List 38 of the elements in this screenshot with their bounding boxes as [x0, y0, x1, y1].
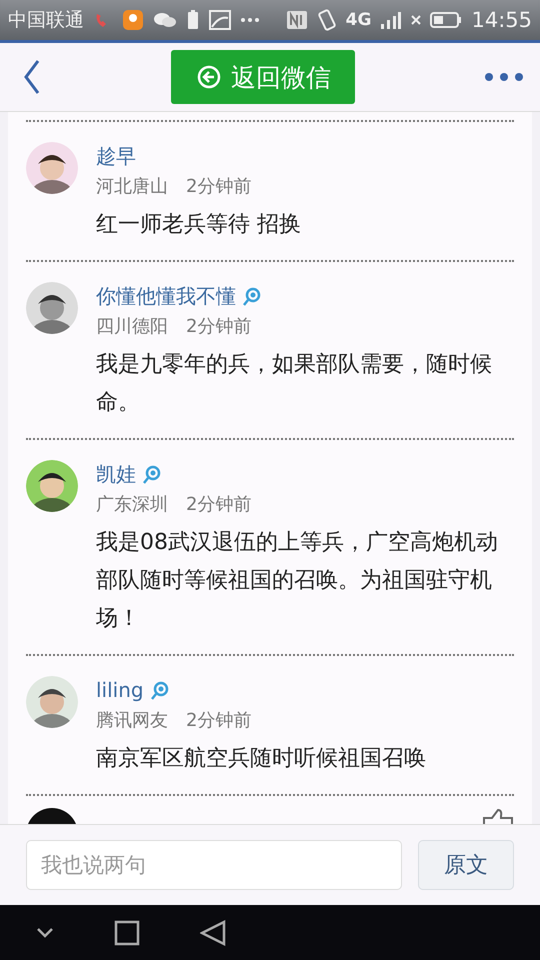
clock: 14:55 — [471, 8, 532, 32]
back-triangle-icon[interactable] — [200, 920, 226, 946]
comment-text: 我是08武汉退伍的上等兵，广空高炮机动部队随时等候祖国的召唤。为祖国驻守机场！ — [96, 529, 499, 633]
original-button[interactable]: 原文 — [418, 840, 514, 890]
battery-icon — [430, 11, 462, 29]
comment-text: 南京军区航空兵随时听候祖国召唤 — [96, 745, 427, 773]
timestamp: 2分钟前 — [186, 709, 252, 732]
chat-icon — [153, 10, 177, 30]
battery-saver-icon — [186, 9, 200, 31]
app-icon — [122, 9, 144, 31]
nfc-icon — [286, 10, 308, 30]
network-type: 4G — [346, 10, 372, 30]
signal-icon — [380, 10, 402, 30]
location-label: 河北唐山 — [96, 175, 168, 198]
chevron-down-icon[interactable] — [36, 926, 54, 938]
timestamp: 2分钟前 — [186, 175, 252, 198]
image-icon — [209, 10, 231, 30]
carrier-name: 中国联通 — [8, 8, 84, 33]
rotation-icon — [316, 9, 337, 31]
comment-field[interactable]: 我也说两句 — [26, 840, 402, 890]
timestamp: 2分钟前 — [186, 493, 252, 516]
return-button[interactable]: 返回微信 — [171, 50, 355, 104]
back-icon[interactable] — [22, 59, 42, 95]
user-name[interactable]: liling — [96, 678, 144, 702]
comment-text: 我是九零年的兵，如果部队需要，随时候命。 — [96, 351, 493, 417]
recents-icon[interactable] — [114, 920, 140, 946]
timestamp: 2分钟前 — [186, 315, 252, 338]
user-name[interactable]: 凯娃 — [96, 460, 136, 488]
thumbs-up-icon — [480, 808, 514, 824]
no-signal-icon — [411, 15, 422, 25]
user-name[interactable]: 你懂他懂我不懂 — [96, 282, 236, 310]
location-label: 四川德阳 — [96, 315, 168, 338]
comment-text: 红一师老兵等待 招换 — [96, 211, 302, 239]
more-icon[interactable] — [484, 72, 524, 82]
user-name[interactable]: 趁早 — [96, 142, 136, 170]
overflow-icon — [240, 17, 260, 23]
location-label: 广东深圳 — [96, 493, 168, 516]
location-label: 腾讯网友 — [96, 709, 168, 732]
